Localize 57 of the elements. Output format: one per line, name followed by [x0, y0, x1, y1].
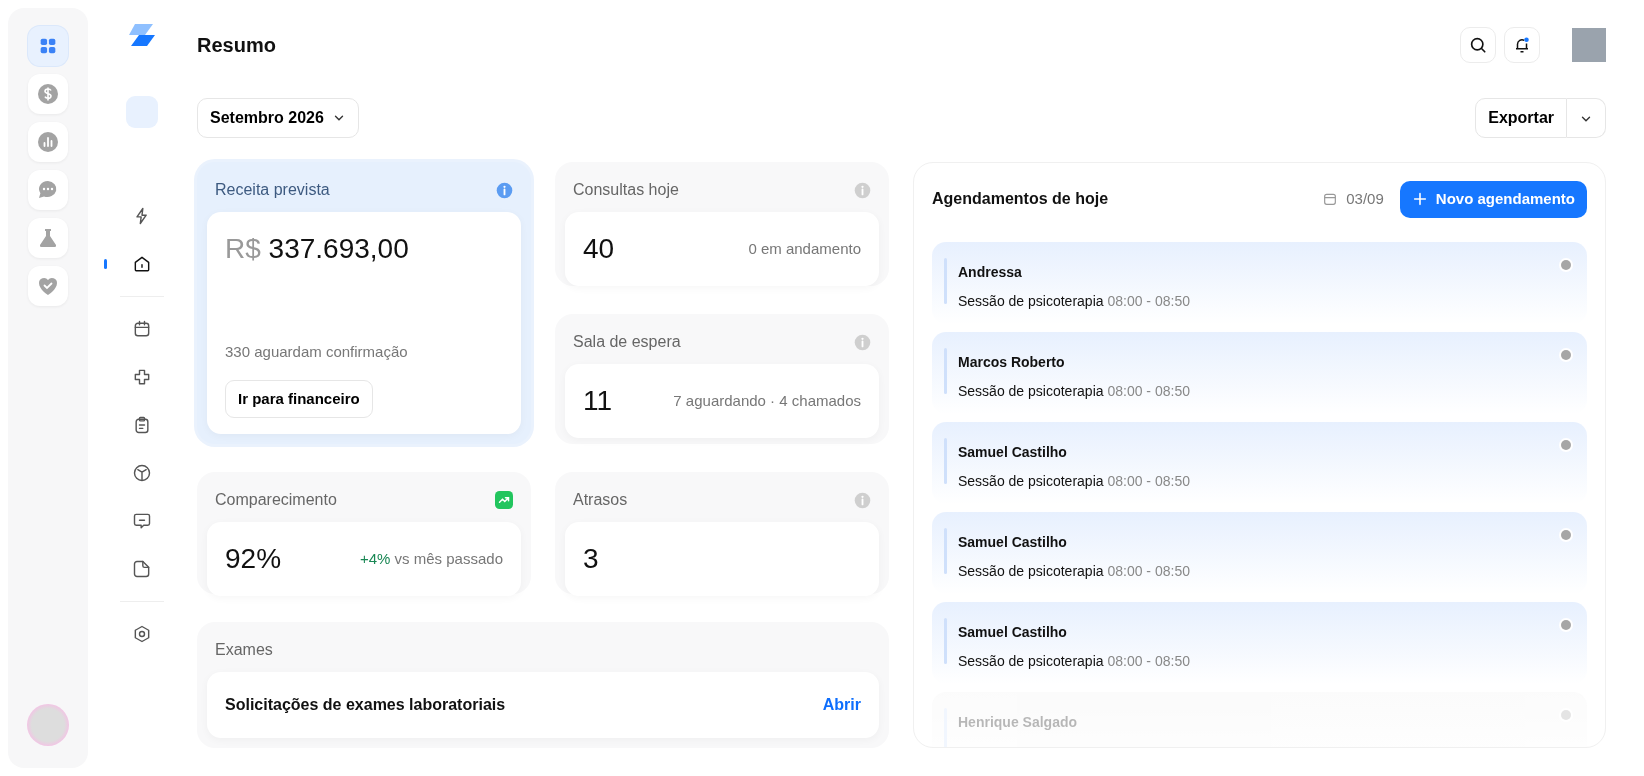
- trend-up-icon: [495, 491, 513, 509]
- panel-title: Agendamentos de hoje: [932, 189, 1109, 210]
- patient-name: Samuel Castilho: [958, 622, 1067, 642]
- appointment-details: Sessão de psicoterapia 08:00 - 08:50: [958, 381, 1191, 401]
- stat-detail: 7 aguardando · 4 chamados: [673, 390, 861, 411]
- appointment-details: Sessão de psicoterapia 08:00 - 08:50: [958, 471, 1191, 491]
- search-button[interactable]: [1460, 27, 1496, 63]
- search-icon: [1469, 36, 1487, 54]
- card-title: Atrasos: [573, 490, 628, 510]
- patient-name: Henrique Salgado: [958, 712, 1078, 732]
- status-dot: [1561, 439, 1571, 450]
- page-title: Resumo: [197, 33, 276, 58]
- flask-icon[interactable]: [27, 218, 68, 258]
- stat-value: 11: [583, 384, 613, 418]
- notifications-button[interactable]: [1504, 27, 1540, 63]
- card-title: Receita prevista: [215, 180, 330, 200]
- plus-icon: [1411, 191, 1428, 208]
- status-dot: [1561, 709, 1571, 720]
- status-dot: [1561, 259, 1571, 270]
- status-dot: [1561, 529, 1571, 540]
- calendar-icon: [1322, 191, 1339, 208]
- card-title: Comparecimento: [215, 490, 337, 510]
- bar-chart-icon[interactable]: [27, 122, 68, 162]
- comparison-text: +4% vs mês passado: [360, 548, 503, 569]
- card-title: Exames: [215, 640, 273, 660]
- period-dropdown[interactable]: Setembro 2026: [197, 98, 359, 138]
- stat-detail: 0 em andamento: [748, 238, 861, 259]
- bell-icon: [1513, 36, 1531, 54]
- active-indicator: [104, 259, 108, 269]
- card-title: Sala de espera: [573, 332, 681, 352]
- patient-name: Samuel Castilho: [958, 532, 1067, 552]
- pending-note: 330 aguardam confirmação: [225, 342, 409, 362]
- patient-name: Andressa: [958, 262, 1022, 282]
- patient-name: Marcos Roberto: [958, 352, 1065, 372]
- status-dot: [1561, 349, 1571, 360]
- appointment-details: Sessão de psicoterapia 08:00 - 08:50: [958, 651, 1191, 671]
- info-icon[interactable]: [496, 181, 513, 199]
- heart-icon[interactable]: [27, 266, 68, 306]
- exam-requests-text: Solicitações de exames laboratoriais: [225, 695, 506, 715]
- logo-icon: [127, 22, 158, 48]
- stat-value: 3: [583, 542, 599, 576]
- appointment-details: Sessão de psicoterapia 08:00 - 08:50: [958, 291, 1191, 311]
- card-title: Consultas hoje: [573, 180, 679, 200]
- new-appointment-button[interactable]: Novo agendamento: [1399, 181, 1587, 218]
- dollar-icon[interactable]: [27, 74, 68, 114]
- export-button[interactable]: Exportar: [1475, 98, 1567, 138]
- finance-button[interactable]: Ir para financeiro: [225, 379, 373, 418]
- date-label: 03/09: [1346, 189, 1384, 209]
- revenue-amount: R$ 337.693,00: [225, 232, 410, 266]
- dashboard-icon[interactable]: [27, 26, 68, 66]
- chat-bubble-icon[interactable]: [27, 170, 68, 210]
- patient-name: Samuel Castilho: [958, 442, 1067, 462]
- appointment-details: Sessão de psicoterapia 08:00 - 08:50: [958, 561, 1191, 581]
- stat-value: 40: [583, 232, 615, 266]
- open-link[interactable]: Abrir: [822, 693, 861, 717]
- status-dot: [1561, 619, 1571, 630]
- stat-value: 92%: [225, 542, 282, 576]
